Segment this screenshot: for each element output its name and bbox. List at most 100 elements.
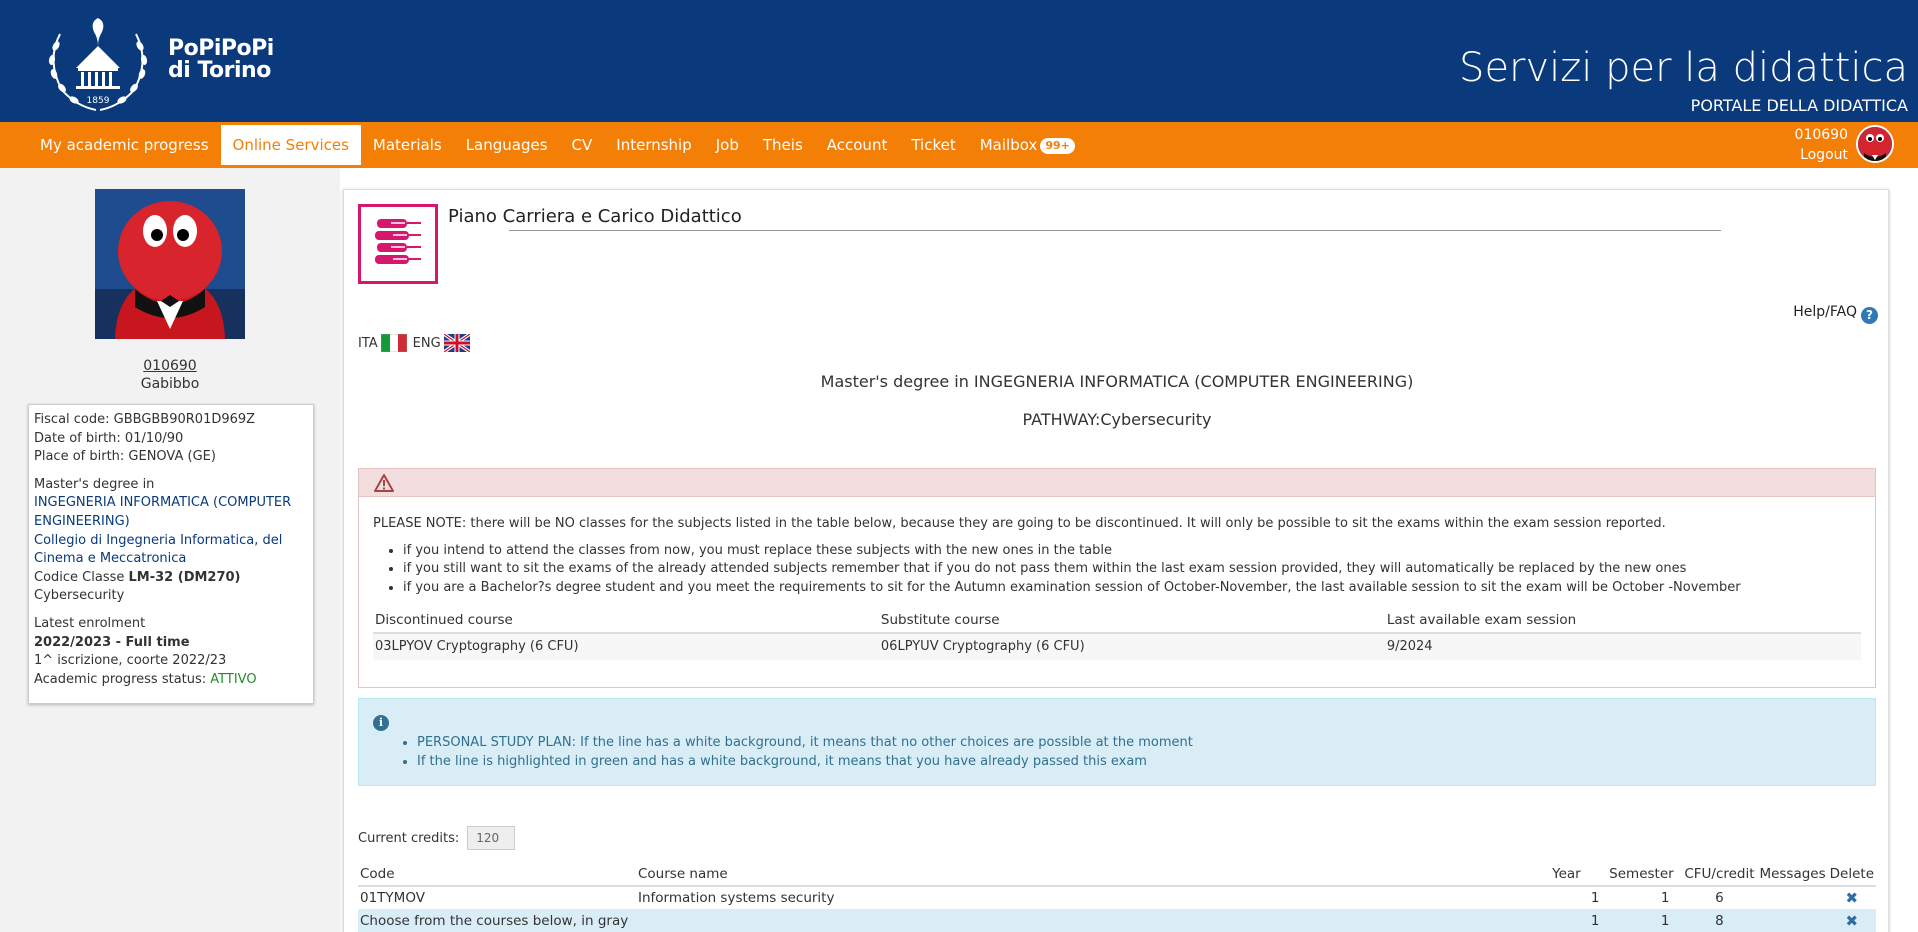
study-plan-info: i PERSONAL STUDY PLAN: If the line has a… — [358, 698, 1876, 786]
column-header: Messages — [1757, 862, 1828, 887]
column-header: Last available exam session — [1384, 609, 1861, 634]
nav-account[interactable]: Account — [815, 125, 900, 165]
column-header: Year — [1531, 862, 1602, 887]
delete-button[interactable]: ✖ — [1828, 886, 1876, 909]
help-label: Help/FAQ — [1793, 304, 1857, 320]
class-code: Codice Classe LM-32 (DM270) — [34, 569, 308, 588]
course-year: 1 — [1531, 909, 1602, 932]
nav-cv[interactable]: CV — [560, 125, 605, 165]
help-faq-link[interactable]: Help/FAQ? — [1793, 304, 1878, 324]
column-header: Semester — [1601, 862, 1682, 887]
course-semester: 1 — [1601, 909, 1682, 932]
class-code-label: Codice Classe — [34, 569, 129, 585]
info-line: PERSONAL STUDY PLAN: If the line has a w… — [417, 733, 1193, 752]
page-title: Piano Carriera e Carico Didattico — [448, 206, 742, 227]
academic-status: Academic progress status: ATTIVO — [34, 671, 308, 690]
nav-online-services[interactable]: Online Services — [220, 125, 361, 165]
lang-eng-label: ENG — [412, 335, 441, 351]
header-bar: 1859 PoPiPoPi di Torino Servizi per la d… — [0, 0, 1918, 122]
discontinued-course: 03LPYOV Cryptography (6 CFU) — [373, 632, 879, 660]
nav-materials[interactable]: Materials — [361, 125, 454, 165]
enrolment-detail: 1^ iscrizione, coorte 2022/23 — [34, 653, 227, 669]
table-row: 03LPYOV Cryptography (6 CFU) 06LPYUV Cry… — [373, 632, 1861, 660]
nav-items: My academic progress Online Services Mat… — [28, 122, 1087, 168]
course-year: 1 — [1590, 890, 1600, 906]
profile-name: Gabibbo — [140, 376, 200, 392]
nav-theis[interactable]: Theis — [751, 125, 815, 165]
column-header: Course name — [636, 862, 1532, 887]
status-badge: ATTIVO — [210, 671, 257, 687]
warning-body: PLEASE NOTE: there will be NO classes fo… — [359, 497, 1875, 660]
student-info-box: Fiscal code: GBBGBB90R01D969Z Date of bi… — [28, 404, 314, 704]
profile-id-link[interactable]: 010690 — [0, 358, 340, 374]
main-panel: Piano Carriera e Carico Didattico Help/F… — [343, 189, 1889, 932]
warning-triangle-icon — [374, 474, 394, 492]
close-icon: ✖ — [1845, 911, 1859, 930]
nav-label: Online Services — [232, 136, 349, 154]
avatar[interactable] — [1856, 125, 1894, 163]
credits-field — [467, 826, 516, 850]
nav-languages[interactable]: Languages — [454, 125, 560, 165]
logo-year: 1859 — [87, 96, 110, 106]
title-divider — [509, 230, 1721, 231]
warning-bullet: if you intend to attend the classes from… — [403, 542, 1861, 561]
nav-label: Job — [715, 136, 739, 154]
nav-ticket[interactable]: Ticket — [899, 125, 967, 165]
nav-label: Mailbox — [979, 136, 1038, 154]
column-header: Code — [358, 862, 636, 887]
logo-line-2: di Torino — [168, 58, 271, 83]
enrolment-year: 2022/2023 - Full time — [34, 634, 190, 650]
nav-label: My academic progress — [40, 136, 209, 154]
enrolment-value: 2022/2023 - Full time — [34, 634, 308, 653]
user-box: 010690 Logout — [1795, 125, 1848, 165]
table-row: Choose from the courses below, in gray 1… — [358, 909, 1876, 932]
place-of-birth: Place of birth: GENOVA (GE) — [34, 449, 216, 465]
nav-job[interactable]: Job — [704, 125, 751, 165]
class-code-value: LM-32 (DM270) — [128, 569, 241, 585]
info-icon: i — [373, 715, 389, 731]
delete-button[interactable]: ✖ — [1827, 909, 1876, 932]
nav-label: Ticket — [911, 136, 956, 154]
nav-my-academic-progress[interactable]: My academic progress — [28, 125, 221, 165]
column-header: Substitute course — [878, 609, 1385, 634]
info-strong: PERSONAL STUDY PLAN: — [417, 735, 577, 750]
logo-line-1: PoPiPoPi — [168, 36, 274, 61]
university-logo[interactable]: 1859 — [38, 6, 158, 116]
degree-label: Master's degree in — [34, 476, 155, 492]
nav-mailbox[interactable]: Mailbox 99+ — [968, 125, 1087, 165]
info-list: PERSONAL STUDY PLAN: If the line has a w… — [417, 733, 1193, 771]
discontinued-table: Discontinued course Substitute course La… — [373, 609, 1861, 660]
fiscal-code: Fiscal code: GBBGBB90R01D969Z — [34, 412, 256, 427]
italy-flag-icon[interactable] — [380, 334, 407, 352]
college-link[interactable]: Collegio di Ingegneria Informatica, del … — [34, 532, 308, 569]
course-cfu: 6 — [1715, 890, 1724, 906]
column-header: Delete — [1827, 862, 1876, 887]
table-row: 01TYMOV Information systems security 1 1… — [358, 886, 1876, 909]
books-icon — [358, 204, 438, 284]
course-semester: 1 — [1660, 890, 1670, 906]
warning-list: if you intend to attend the classes from… — [403, 542, 1861, 598]
enrolment-label: Latest enrolment — [34, 615, 146, 631]
mascot-photo-icon — [95, 189, 245, 339]
close-icon: ✖ — [1845, 889, 1859, 907]
nav-internship[interactable]: Internship — [604, 125, 703, 165]
credits-label: Current credits: — [358, 830, 460, 846]
discontinued-warning: PLEASE NOTE: there will be NO classes fo… — [358, 468, 1876, 688]
main-nav: My academic progress Online Services Mat… — [0, 122, 1918, 168]
date-of-birth: Date of birth: 01/10/90 — [34, 430, 184, 446]
pathway-heading: PATHWAY:Cybersecurity — [1022, 410, 1212, 429]
last-exam-session: 9/2024 — [1384, 632, 1861, 660]
uk-flag-icon[interactable] — [443, 334, 470, 352]
logout-link[interactable]: Logout — [1795, 145, 1848, 165]
lang-ita-label: ITA — [358, 335, 378, 351]
course-name: Information systems security — [638, 890, 835, 906]
nav-label: Theis — [762, 136, 803, 154]
language-switch: ITA ENG — [358, 334, 476, 352]
site-title: Servizi per la didattica — [1459, 45, 1908, 91]
degree-link[interactable]: INGEGNERIA INFORMATICA (COMPUTER ENGINEE… — [34, 494, 308, 531]
nav-label: Account — [826, 136, 888, 154]
course-code: 01TYMOV — [360, 890, 425, 906]
pathway: Cybersecurity — [34, 588, 125, 604]
status-label: Academic progress status: — [34, 671, 211, 687]
university-name: PoPiPoPi di Torino — [168, 38, 274, 82]
